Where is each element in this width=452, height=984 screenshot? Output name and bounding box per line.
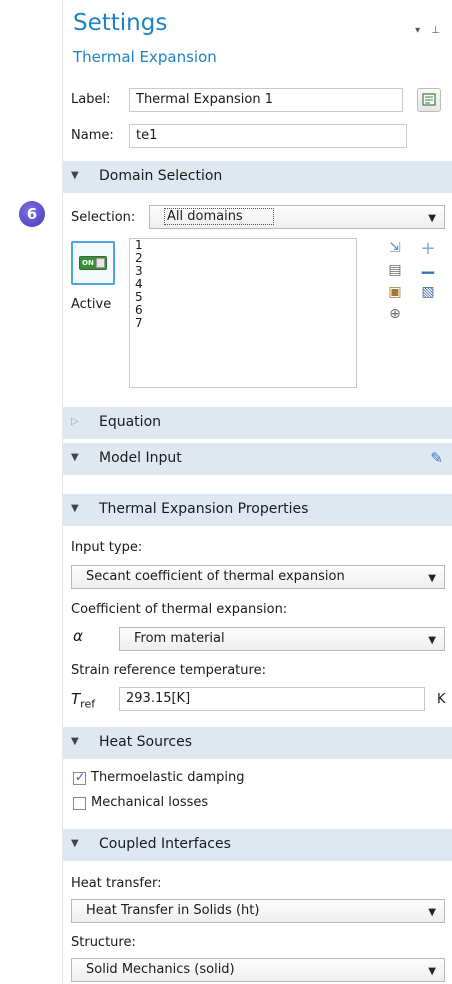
input-type-dropdown[interactable]: Secant coefficient of thermal expansion … (71, 565, 445, 589)
active-toggle[interactable]: ON (71, 241, 115, 285)
heat-transfer-caption: Heat transfer: (71, 876, 162, 891)
selection-dropdown[interactable]: All domains ▼ (149, 205, 445, 229)
list-item[interactable]: 1 (130, 239, 356, 252)
pin-panel-icon[interactable]: ▾ ⊥ (415, 25, 444, 36)
section-thermal-expansion-properties[interactable]: ▼ Thermal Expansion Properties (63, 494, 452, 526)
coefficient-value: From material (134, 631, 225, 646)
step-number-badge: 6 (19, 201, 45, 227)
tref-unit: K (437, 692, 446, 707)
expand-chevron-icon: ▼ (71, 736, 79, 747)
chevron-down-icon: ▼ (428, 635, 436, 646)
zoom-to-selection-icon[interactable]: ⊕ (386, 306, 404, 322)
feature-subtitle: Thermal Expansion (73, 48, 217, 66)
thermoelastic-checkbox[interactable] (73, 770, 86, 785)
section-title: Heat Sources (99, 734, 193, 750)
name-caption: Name: (71, 128, 114, 143)
section-title: Equation (99, 414, 162, 430)
structure-caption: Structure: (71, 935, 136, 950)
name-input[interactable]: te1 (129, 124, 407, 148)
list-item[interactable]: 3 (130, 265, 356, 278)
chevron-down-icon: ▼ (428, 907, 436, 918)
paste-selection-icon[interactable]: ⇲ (386, 240, 404, 256)
section-title: Thermal Expansion Properties (99, 501, 309, 517)
settings-panel: Settings Thermal Expansion ▾ ⊥ Label: Th… (62, 0, 452, 984)
edit-label-button[interactable] (417, 88, 441, 112)
alpha-symbol: α (73, 627, 83, 645)
list-item[interactable]: 5 (130, 291, 356, 304)
expand-chevron-icon: ▼ (71, 838, 79, 849)
section-title: Domain Selection (99, 168, 223, 184)
list-item[interactable]: 4 (130, 278, 356, 291)
expand-chevron-icon: ▼ (71, 452, 79, 463)
section-coupled-interfaces[interactable]: ▼ Coupled Interfaces (63, 829, 452, 861)
selection-value: All domains (164, 208, 274, 225)
section-equation[interactable]: ▷ Equation (63, 407, 452, 439)
mechanical-losses-checkbox[interactable] (73, 797, 86, 810)
chevron-down-icon: ▼ (428, 573, 436, 584)
paste-icon[interactable]: ▣ (386, 284, 404, 300)
section-heat-sources[interactable]: ▼ Heat Sources (63, 727, 452, 759)
settings-title: Settings (73, 10, 168, 36)
mechanical-losses-label: Mechanical losses (91, 795, 209, 810)
expand-chevron-icon: ▼ (71, 503, 79, 514)
copy-icon[interactable]: ▤ (386, 262, 404, 278)
heat-transfer-value: Heat Transfer in Solids (ht) (86, 903, 260, 918)
expand-chevron-icon: ▼ (71, 170, 79, 181)
selection-caption: Selection: (71, 210, 136, 225)
edit-model-input-icon[interactable]: ✎ (430, 449, 443, 467)
note-icon (422, 93, 436, 106)
tref-input[interactable]: 293.15[K] (119, 687, 425, 711)
chevron-down-icon: ▼ (428, 213, 436, 224)
remove-icon[interactable]: − (419, 260, 437, 284)
section-model-input[interactable]: ▼ Model Input ✎ (63, 443, 452, 475)
section-title: Model Input (99, 450, 182, 466)
structure-dropdown[interactable]: Solid Mechanics (solid) ▼ (71, 958, 445, 982)
tref-symbol: Tref (71, 690, 96, 711)
domain-list[interactable]: 1 2 3 4 5 6 7 (129, 238, 357, 388)
input-type-value: Secant coefficient of thermal expansion (86, 569, 345, 584)
chevron-down-icon: ▼ (428, 966, 436, 977)
heat-transfer-dropdown[interactable]: Heat Transfer in Solids (ht) ▼ (71, 899, 445, 923)
list-item[interactable]: 2 (130, 252, 356, 265)
strain-temperature-caption: Strain reference temperature: (71, 663, 266, 678)
on-switch-icon: ON (79, 256, 107, 270)
coefficient-dropdown[interactable]: From material ▼ (119, 627, 445, 651)
active-label: Active (71, 297, 112, 312)
label-caption: Label: (71, 92, 111, 107)
section-title: Coupled Interfaces (99, 836, 231, 852)
coefficient-caption: Coefficient of thermal expansion: (71, 602, 288, 617)
list-item[interactable]: 6 (130, 304, 356, 317)
label-input[interactable]: Thermal Expansion 1 (129, 88, 403, 112)
structure-value: Solid Mechanics (solid) (86, 962, 235, 977)
add-icon[interactable]: + (419, 238, 437, 259)
section-domain-selection[interactable]: ▼ Domain Selection (63, 161, 452, 193)
clear-selection-icon[interactable]: ▧ (419, 284, 437, 300)
expand-chevron-right-icon: ▷ (71, 416, 79, 427)
thermoelastic-label: Thermoelastic damping (91, 770, 245, 785)
list-item[interactable]: 7 (130, 317, 356, 330)
input-type-caption: Input type: (71, 540, 143, 555)
